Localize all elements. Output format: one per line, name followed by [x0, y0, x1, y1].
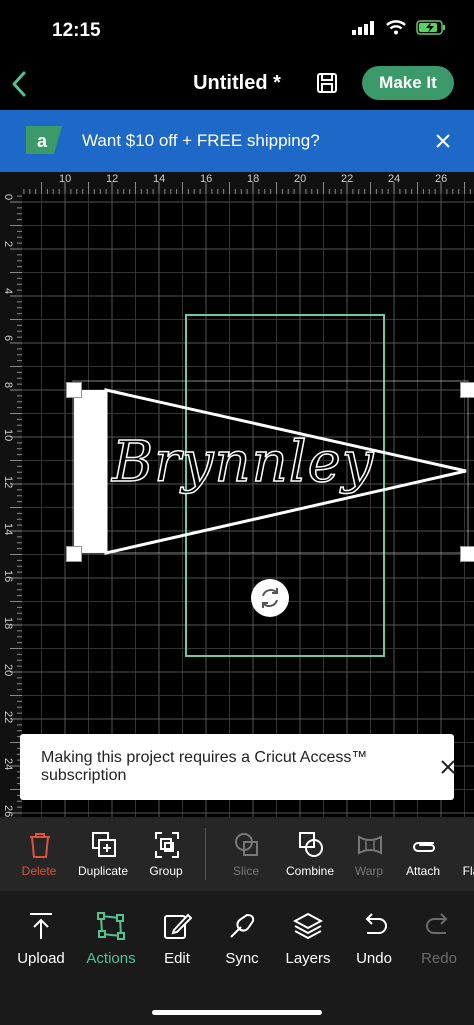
status-time: 12:15 — [52, 20, 101, 41]
combine-label: Combine — [285, 864, 335, 878]
design-canvas[interactable]: 10 12 14 16 18 20 22 24 26 0 2 4 6 8 10 12 14 16 18 20 22 24… — [0, 172, 474, 817]
slice-icon — [235, 833, 258, 856]
redo-icon — [426, 913, 448, 934]
duplicate-label: Duplicate — [77, 864, 129, 878]
actions-icon — [97, 912, 125, 940]
status-icons — [352, 20, 446, 35]
status-bar: 12:15 — [0, 0, 474, 58]
flatten-icon — [459, 831, 474, 859]
nav-layers-label: Layers — [285, 950, 331, 967]
undo-icon — [365, 913, 387, 934]
battery-charging-icon — [416, 20, 445, 35]
nav-edit-label: Edit — [164, 950, 190, 967]
action-toolbar: Delete Duplicate Group Slice Combine War… — [0, 817, 474, 891]
rotate-handle[interactable] — [251, 579, 289, 617]
toast-close-button[interactable] — [440, 759, 456, 780]
bottom-navigation: Upload Actions Edit Sync Layers Undo Red… — [0, 891, 474, 1025]
slice-button[interactable]: Slice — [215, 817, 277, 891]
edit-icon — [164, 913, 192, 939]
warp-icon — [358, 835, 382, 855]
nav-upload[interactable]: Upload — [8, 891, 74, 981]
home-indicator — [152, 1010, 322, 1015]
warp-button[interactable]: Warp — [338, 817, 400, 891]
group-button[interactable]: Group — [135, 817, 197, 891]
nav-layers[interactable]: Layers — [275, 891, 341, 981]
save-icon — [317, 73, 337, 93]
selection-handle-bottom-left[interactable] — [66, 546, 82, 562]
nav-upload-label: Upload — [17, 950, 65, 967]
save-button[interactable] — [316, 72, 338, 99]
nav-actions-label: Actions — [86, 950, 136, 967]
slice-label: Slice — [232, 864, 259, 878]
warp-label: Warp — [354, 864, 384, 878]
group-label: Group — [149, 864, 183, 878]
nav-sync[interactable]: Sync — [209, 891, 275, 981]
back-button[interactable] — [10, 70, 28, 103]
delete-button[interactable]: Delete — [8, 817, 70, 891]
group-icon — [155, 832, 179, 858]
banner-close-button[interactable] — [434, 132, 452, 155]
paperclip-icon — [413, 842, 435, 852]
selection-handle-bottom-right[interactable] — [460, 546, 474, 562]
cricut-access-logo-icon: a — [24, 124, 64, 161]
header-bar: Untitled * Make It — [0, 58, 474, 110]
close-icon — [441, 760, 455, 774]
toolbar-divider — [205, 828, 206, 880]
chevron-left-icon — [12, 71, 26, 97]
promo-text: Want $10 off + FREE shipping? — [82, 131, 320, 150]
close-icon — [436, 134, 450, 148]
wifi-icon — [386, 20, 406, 35]
selection-handle-top-right[interactable] — [460, 382, 474, 398]
flatten-label: Fla — [462, 864, 474, 878]
combine-button[interactable]: Combine — [279, 817, 341, 891]
combine-icon — [299, 832, 323, 857]
subscription-toast: Making this project requires a Cricut Ac… — [20, 734, 456, 800]
svg-text:a: a — [37, 131, 48, 151]
duplicate-icon — [92, 832, 116, 857]
nav-redo-label: Redo — [421, 950, 457, 967]
delete-label: Delete — [21, 864, 57, 878]
promo-banner[interactable]: a Want $10 off + FREE shipping? — [0, 110, 474, 172]
trash-icon — [30, 833, 50, 858]
nav-actions[interactable]: Actions — [78, 891, 144, 981]
toast-message: Making this project requires a Cricut Ac… — [41, 749, 368, 784]
selection-handle-top-left[interactable] — [66, 382, 82, 398]
layers-icon — [293, 912, 323, 940]
nav-redo[interactable]: Redo — [406, 891, 472, 981]
nav-undo-label: Undo — [356, 950, 392, 967]
nav-undo[interactable]: Undo — [341, 891, 407, 981]
sync-icon — [230, 913, 255, 938]
nav-edit[interactable]: Edit — [144, 891, 210, 981]
signal-icon — [352, 20, 374, 35]
make-it-button[interactable]: Make It — [362, 66, 454, 100]
nav-sync-label: Sync — [225, 950, 259, 967]
design-text[interactable]: Brynnley — [111, 429, 374, 496]
flatten-button[interactable]: Fla — [440, 817, 474, 891]
rotate-icon — [262, 588, 278, 608]
duplicate-button[interactable]: Duplicate — [72, 817, 134, 891]
upload-icon — [30, 913, 52, 939]
